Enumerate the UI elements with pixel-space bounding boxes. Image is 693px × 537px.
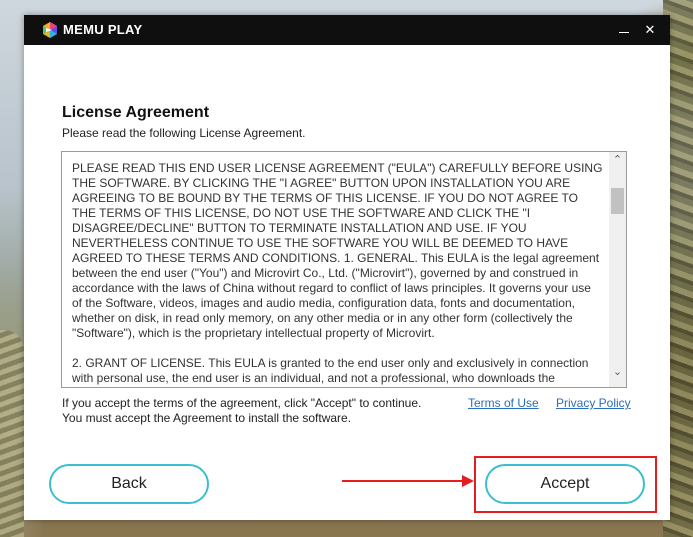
scroll-up-icon[interactable]: ⌃ — [609, 152, 626, 169]
installer-window: MEMU PLAY ✕ License Agreement Please rea… — [24, 15, 670, 520]
annotation-arrow-icon — [462, 475, 474, 487]
back-button[interactable]: Back — [49, 464, 209, 504]
annotation-highlight-box — [474, 456, 657, 513]
accept-instructions-line1: If you accept the terms of the agreement… — [62, 396, 422, 410]
eula-textbox[interactable]: PLEASE READ THIS END USER LICENSE AGREEM… — [61, 151, 627, 388]
page-subtitle: Please read the following License Agreem… — [62, 126, 306, 140]
close-icon: ✕ — [644, 22, 656, 37]
minimize-button[interactable] — [614, 20, 634, 40]
background-foliage — [0, 330, 24, 537]
scroll-down-icon[interactable]: ⌄ — [609, 364, 626, 381]
privacy-policy-link[interactable]: Privacy Policy — [556, 396, 631, 410]
minimize-icon — [619, 32, 629, 33]
eula-paragraph: PLEASE READ THIS END USER LICENSE AGREEM… — [72, 161, 603, 340]
memu-logo-icon — [43, 22, 57, 38]
eula-scrollbar[interactable]: ⌃ ⌄ — [609, 152, 626, 387]
page-title: License Agreement — [62, 104, 210, 121]
app-brand: MEMU PLAY — [63, 22, 143, 37]
eula-paragraph: 2. GRANT OF LICENSE. This EULA is grante… — [72, 356, 589, 385]
accept-instructions-line2: You must accept the Agreement to install… — [62, 411, 352, 425]
scroll-thumb[interactable] — [611, 188, 624, 214]
terms-of-use-link[interactable]: Terms of Use — [468, 396, 539, 410]
close-button[interactable]: ✕ — [640, 20, 660, 40]
title-bar[interactable]: MEMU PLAY ✕ — [24, 15, 670, 45]
accept-instructions: If you accept the terms of the agreement… — [62, 396, 421, 426]
eula-text: PLEASE READ THIS END USER LICENSE AGREEM… — [72, 161, 604, 387]
annotation-arrow-line — [342, 480, 466, 482]
